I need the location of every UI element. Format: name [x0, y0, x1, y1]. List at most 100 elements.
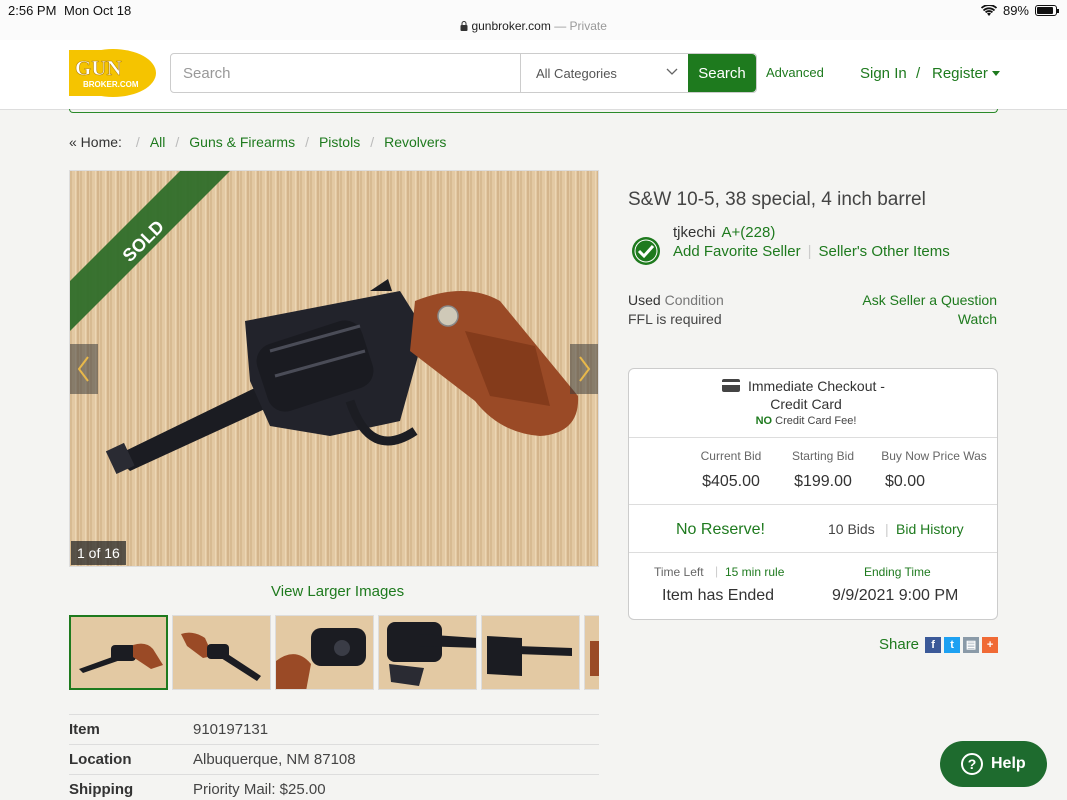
detail-row: Shipping Priority Mail: $25.00 [69, 774, 599, 800]
status-bar: 2:56 PM Mon Oct 18 89% gunbroker.com — P… [0, 0, 1067, 40]
checkout-method: Credit Card [770, 396, 842, 412]
status-time: 2:56 PM [8, 3, 57, 18]
verified-check-icon [632, 237, 660, 265]
search-bar: All Categories Search [170, 53, 757, 93]
status-right: 89% [980, 3, 1059, 18]
main-product-image[interactable]: SOLD 1 of 16 [69, 170, 599, 567]
starting-bid-label: Starting Bid [791, 449, 855, 463]
revolver-photo: SOLD [70, 171, 598, 566]
chevron-down-icon [666, 68, 678, 75]
bid-count: 10 Bids [828, 521, 875, 537]
thumbnail[interactable] [275, 615, 374, 690]
time-left-value: Item has Ended [662, 587, 775, 604]
time-row: Time Left | 15 min rule Item has Ended E… [629, 554, 997, 620]
buy-now-price: Buy Now Price Was $0.00 [875, 449, 993, 491]
seller-name[interactable]: tjkechi [673, 224, 716, 241]
current-bid: Current Bid $405.00 [691, 449, 771, 491]
advanced-search-link[interactable]: Advanced [766, 65, 824, 80]
site-header: GUN BROKER.COM All Categories Search Adv… [0, 40, 1067, 110]
category-select[interactable]: All Categories [521, 54, 688, 92]
detail-key: Location [69, 751, 132, 768]
status-date: Mon Oct 18 [64, 3, 132, 18]
gunbroker-logo[interactable]: GUN BROKER.COM [69, 48, 157, 98]
link-separator: | [715, 564, 719, 578]
search-button[interactable]: Search [688, 54, 756, 92]
share-label: Share [879, 636, 920, 653]
breadcrumb-pistols[interactable]: Pistols [319, 134, 360, 150]
next-image-button[interactable] [570, 344, 598, 394]
private-label: — Private [554, 19, 607, 33]
address-bar[interactable]: gunbroker.com — Private [0, 19, 1067, 33]
no-reserve-label: No Reserve! [676, 521, 765, 538]
detail-value: Priority Mail: $25.00 [193, 781, 326, 798]
breadcrumb-separator: / [135, 134, 140, 150]
thumbnail-strip [69, 615, 599, 690]
credit-card-icon [722, 379, 740, 392]
thumbnail[interactable] [69, 615, 168, 690]
bid-box: Immediate Checkout - Credit Card NO Cred… [628, 368, 998, 620]
breadcrumb-separator: / [370, 134, 375, 150]
ffl-required: FFL is required [628, 311, 722, 327]
register-label: Register [932, 65, 988, 82]
breadcrumb-all[interactable]: All [150, 134, 166, 150]
sign-in-link[interactable]: Sign In [860, 65, 907, 82]
battery-icon [1035, 5, 1059, 16]
seller-info: tjkechi A+(228) [673, 224, 775, 241]
breadcrumb-home[interactable]: « Home: [69, 134, 122, 150]
wifi-icon [980, 4, 997, 16]
previous-image-button[interactable] [70, 344, 98, 394]
link-separator: | [807, 243, 812, 260]
thumbnail[interactable] [378, 615, 477, 690]
breadcrumb-guns-firearms[interactable]: Guns & Firearms [189, 134, 295, 150]
caret-down-icon [991, 71, 1000, 76]
fee-rest: Credit Card Fee! [775, 415, 857, 427]
reserve-row: No Reserve! 10 Bids | Bid History [629, 506, 997, 553]
ending-time-label: Ending Time [864, 565, 931, 579]
register-menu[interactable]: Register [932, 65, 1000, 82]
condition-label: Condition [664, 292, 724, 308]
twitter-icon[interactable]: t [944, 636, 961, 653]
seller-other-items-link[interactable]: Seller's Other Items [818, 243, 949, 260]
breadcrumb-revolvers[interactable]: Revolvers [384, 134, 446, 150]
chevron-right-icon [579, 356, 591, 382]
ask-seller-question-link[interactable]: Ask Seller a Question [862, 292, 997, 308]
help-button[interactable]: ? Help [940, 741, 1047, 787]
seller-rating[interactable]: A+(228) [722, 224, 776, 241]
question-icon: ? [961, 753, 983, 775]
view-larger-images-link[interactable]: View Larger Images [271, 583, 404, 600]
more-icon[interactable]: + [982, 636, 999, 653]
breadcrumb-separator: / [305, 134, 309, 150]
buy-now-value: $0.00 [885, 473, 926, 490]
chevron-left-icon [77, 356, 89, 382]
immediate-checkout: Immediate Checkout - Credit Card NO Cred… [629, 369, 997, 438]
print-icon[interactable]: ▤ [963, 636, 980, 653]
detail-row: Item 910197131 [69, 714, 599, 744]
thumbnail[interactable] [481, 615, 580, 690]
breadcrumb-separator: / [175, 134, 180, 150]
fifteen-min-rule-link[interactable]: 15 min rule [725, 565, 784, 579]
image-counter: 1 of 16 [71, 541, 126, 565]
search-input[interactable] [171, 54, 521, 92]
thumbnail[interactable] [584, 615, 599, 690]
checkout-title: Immediate Checkout - [748, 378, 885, 394]
detail-key: Shipping [69, 781, 134, 798]
facebook-icon[interactable]: f [925, 636, 942, 653]
url-text: gunbroker.com [471, 19, 551, 33]
help-label: Help [991, 755, 1026, 772]
watch-link[interactable]: Watch [958, 311, 997, 327]
checkout-fee-note: NO Credit Card Fee! [629, 415, 983, 427]
fee-strong: NO [755, 415, 773, 427]
detail-value: 910197131 [193, 721, 269, 738]
share-bar: Share f t ▤ + [879, 636, 999, 653]
lock-icon [460, 21, 468, 31]
header-accent-line [69, 109, 998, 113]
battery-percent: 89% [1002, 3, 1029, 18]
thumbnail[interactable] [172, 615, 271, 690]
add-favorite-seller-link[interactable]: Add Favorite Seller [673, 243, 801, 260]
price-row: Current Bid $405.00 Starting Bid $199.00… [629, 439, 997, 505]
starting-bid-value: $199.00 [794, 473, 852, 490]
detail-row: Location Albuquerque, NM 87108 [69, 744, 599, 774]
svg-text:BROKER.COM: BROKER.COM [83, 80, 139, 89]
buy-now-label: Buy Now Price Was [881, 449, 987, 463]
bid-history-link[interactable]: Bid History [896, 521, 964, 537]
